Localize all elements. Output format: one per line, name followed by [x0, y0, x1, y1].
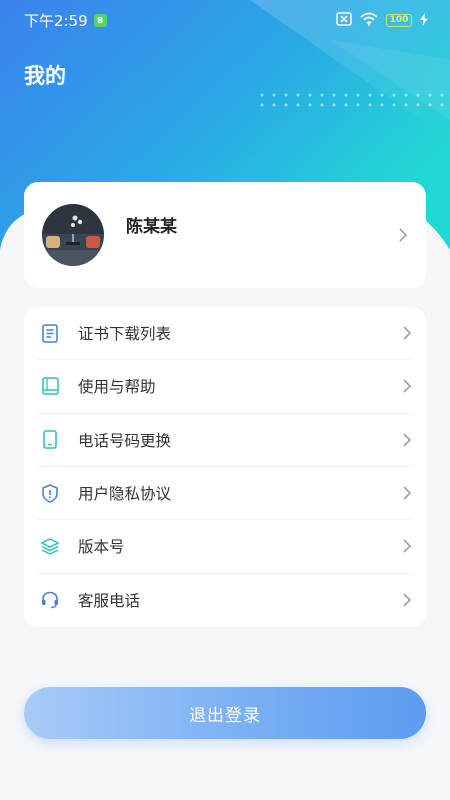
menu-item-privacy-agreement[interactable]: 用户隐私协议	[38, 467, 412, 521]
logout-button[interactable]: 退出登录	[24, 687, 426, 739]
layers-icon	[40, 536, 60, 556]
status-bar: 下午2:59 B 100	[0, 0, 450, 40]
decorative-dots	[256, 90, 446, 112]
avatar[interactable]	[42, 204, 104, 266]
book-icon	[40, 376, 60, 396]
page-title: 我的	[24, 64, 66, 88]
menu-item-customer-service[interactable]: 客服电话	[38, 574, 412, 627]
menu-item-label: 用户隐私协议	[78, 485, 172, 504]
charging-icon	[420, 11, 428, 30]
chevron-right-icon	[403, 379, 412, 394]
menu-item-label: 电话号码更换	[78, 431, 172, 450]
chevron-right-icon	[403, 593, 412, 607]
chevron-right-icon	[403, 539, 412, 554]
chevron-right-icon	[403, 326, 412, 340]
status-time: 下午2:59	[24, 11, 88, 30]
profile-card[interactable]: 陈某某	[24, 182, 426, 288]
menu-item-help[interactable]: 使用与帮助	[38, 360, 412, 414]
menu-item-label: 客服电话	[78, 592, 141, 611]
chevron-right-icon	[403, 433, 412, 447]
menu-item-label: 版本号	[78, 538, 125, 557]
menu-item-version[interactable]: 版本号	[38, 520, 412, 574]
battery-indicator: 100	[386, 13, 412, 27]
document-list-icon	[40, 323, 60, 343]
menu-item-label: 证书下载列表	[78, 325, 172, 344]
menu-item-certificate-download[interactable]: 证书下载列表	[38, 307, 412, 361]
sim-badge: B	[93, 13, 107, 27]
menu-list: 证书下载列表 使用与帮助 电话号码更换 用户隐私协议 版本号 客服电话	[24, 307, 426, 627]
menu-item-label: 使用与帮助	[78, 378, 156, 397]
headset-icon	[40, 590, 60, 610]
chevron-right-icon	[403, 486, 412, 500]
user-name: 陈某某	[126, 217, 177, 237]
wifi-icon	[360, 11, 378, 30]
chevron-right-icon	[399, 228, 408, 242]
shield-icon	[40, 483, 60, 503]
menu-item-phone-change[interactable]: 电话号码更换	[38, 414, 412, 467]
no-sim-icon	[336, 11, 352, 30]
phone-icon	[40, 430, 60, 450]
